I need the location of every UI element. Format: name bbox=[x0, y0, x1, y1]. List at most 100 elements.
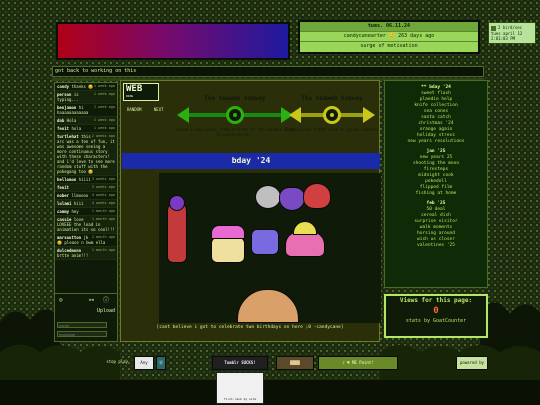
chat-author[interactable]: fenit bbox=[57, 126, 69, 131]
anarchy-button[interactable]: Ⓐ bbox=[156, 356, 166, 370]
chat-author[interactable]: fenit bbox=[57, 185, 69, 190]
sticker-cake bbox=[211, 237, 245, 263]
chat-message: 1 week ago dab Hola bbox=[55, 117, 117, 125]
marquee-text: got back to working on this bbox=[55, 68, 137, 74]
chat-message: 3 weeks ago hellomon hiiii bbox=[55, 176, 117, 184]
webring-nav: RANDOM NEXT bbox=[127, 107, 174, 112]
post-title: bday '24 bbox=[122, 153, 380, 169]
chat-message: 1 month ago cassie love LOVEEE the load i… bbox=[55, 216, 117, 234]
chat-text: this arc was a ton of fun, it was awesom… bbox=[57, 134, 115, 174]
chat-message: 1 month ago marsoutton jk 😊 please n bwm … bbox=[55, 234, 117, 247]
chat-author[interactable]: lulami bbox=[57, 201, 71, 206]
upload-button[interactable]: Upload bbox=[97, 308, 115, 314]
chat-text: hiiii bbox=[78, 177, 91, 182]
chat-text: hiii bbox=[73, 201, 84, 206]
chat-author[interactable]: candy bbox=[57, 84, 69, 89]
archive-link[interactable]: valentines '25 bbox=[385, 243, 487, 249]
chat-message-list[interactable]: 1 week ago candy thanks 😊 1 week ago person… bbox=[55, 83, 117, 260]
post-caption: [cant believe i got to celebrate two bir… bbox=[156, 325, 344, 330]
chat-message: 1 week ago candy thanks 😊 bbox=[55, 83, 117, 91]
chat-text: Hola bbox=[66, 118, 77, 123]
chat-time: 1 week ago bbox=[93, 105, 115, 109]
archive-link[interactable]: fishing at home bbox=[385, 191, 487, 197]
webring-random-link[interactable]: RANDOM bbox=[127, 107, 141, 112]
chat-author[interactable]: cammy bbox=[57, 209, 69, 214]
chat-time: 3 weeks ago bbox=[91, 185, 115, 189]
webring-logo-sub: RING bbox=[126, 94, 134, 98]
status-mood: surge of motivation bbox=[360, 43, 418, 49]
archive-sidebar: ** bday '24 sweet flash plaedio help knife … bbox=[384, 80, 488, 288]
stop-play-button[interactable]: stop play bbox=[2, 356, 132, 370]
cursor-card[interactable]: first-rank by site bbox=[216, 372, 264, 404]
chat-message-input[interactable] bbox=[57, 331, 107, 337]
webring-logo[interactable]: WEB RING bbox=[123, 83, 159, 101]
chat-time: 1 week ago bbox=[93, 118, 115, 122]
sticker-capper bbox=[303, 183, 331, 209]
chat-message: 1 week ago person is typing... bbox=[55, 91, 117, 104]
chat-message: 4 weeks ago lulami hiii bbox=[55, 200, 117, 208]
any-browser-button[interactable]: Any browser bbox=[134, 356, 154, 370]
chat-time: 4 weeks ago bbox=[91, 193, 115, 197]
view-counter-number: 0 bbox=[433, 306, 439, 316]
webring-yellow-title: The Seaweb Subway bbox=[301, 95, 363, 102]
chat-time: 3 weeks ago bbox=[91, 177, 115, 181]
status-date: tues. 06.11.24 bbox=[300, 22, 478, 32]
chat-footer: ☺ ⚯ ⓘ Upload bbox=[55, 293, 117, 341]
clock-date: tues april 12 2:01:03 PM bbox=[491, 30, 523, 41]
status-box: tues. 06.11.24 candycanearter 😊 263 days… bbox=[298, 20, 480, 54]
chat-message: 1 month ago cammy hey bbox=[55, 208, 117, 216]
webring-green-bar bbox=[177, 106, 293, 124]
chat-author[interactable]: nober bbox=[57, 193, 69, 198]
chat-message: 1 week ago benjamon hi haaaaaaaaaaaa bbox=[55, 104, 117, 117]
webring-next-link[interactable]: NEXT bbox=[154, 107, 164, 112]
webring-yellow-desc: Cosmo Lines Sites with original content bbox=[285, 127, 379, 132]
post-image bbox=[159, 173, 381, 323]
info-icon[interactable]: ⓘ bbox=[103, 298, 109, 304]
tumblr-sucks-button[interactable]: Tumblr SUCKS! bbox=[212, 356, 268, 370]
chat-time: 1 week ago bbox=[93, 126, 115, 130]
chat-time: 1 week ago bbox=[93, 92, 115, 96]
clock-widget: 2 bird/sec tues april 12 2:01:03 PM bbox=[488, 22, 536, 44]
cursor-card-label: first-rank by site bbox=[223, 397, 257, 401]
chat-time: 4 weeks ago bbox=[91, 201, 115, 205]
sticker-cake-top bbox=[211, 225, 245, 239]
chat-text: brtte anim!!! bbox=[57, 253, 89, 258]
chatbox: 1 week ago candy thanks 😊 1 week ago person… bbox=[54, 82, 118, 342]
smiley-icon[interactable]: ☺ bbox=[59, 298, 65, 304]
main-panel: WEB RING RANDOM NEXT The Seaweb Subway G… bbox=[120, 80, 381, 342]
chat-author[interactable]: dab bbox=[57, 118, 64, 123]
chat-message: 2 weeks ago turtlehat this arc was a ton … bbox=[55, 133, 117, 176]
site-banner bbox=[56, 22, 290, 60]
pokepets-button[interactable]: powered by Pokepets bbox=[456, 356, 488, 370]
view-counter: Views for this page: 0 stats by GoatCoun… bbox=[384, 294, 488, 338]
sticker-bug-head bbox=[169, 195, 185, 211]
view-counter-credit[interactable]: stats by GoatCounter bbox=[386, 317, 486, 325]
status-author: candycanearter 😊 263 days ago bbox=[300, 32, 478, 42]
chat-message: 1 week ago fenit hola bbox=[55, 125, 117, 133]
chat-text: thanks 😊 bbox=[71, 84, 94, 89]
chat-message: 4 weeks ago nober llmoooo bbox=[55, 192, 117, 200]
next-arrow-icon[interactable] bbox=[363, 107, 375, 123]
station-icon[interactable] bbox=[226, 106, 244, 124]
webring-yellow-bar bbox=[289, 106, 375, 124]
chat-time: 1 month ago bbox=[91, 209, 115, 213]
webring-green-desc: Green Lines Sites from artists of the Go… bbox=[175, 127, 294, 137]
chat-author[interactable]: hellomon bbox=[57, 177, 76, 182]
bird-icon bbox=[491, 25, 496, 31]
prev-arrow-icon[interactable] bbox=[177, 107, 189, 123]
banner-button[interactable]: ████ bbox=[276, 356, 314, 370]
chat-message: 1 month ago dulcedmonn brtte anim!!! bbox=[55, 247, 117, 260]
sticker-cookie bbox=[237, 289, 299, 323]
link-icon[interactable]: ⚯ bbox=[89, 298, 95, 304]
chat-text: hey bbox=[71, 209, 79, 214]
chat-text: hola bbox=[71, 126, 82, 131]
prev-arrow-icon[interactable] bbox=[289, 107, 301, 123]
chat-name-input[interactable] bbox=[57, 322, 107, 328]
marquee-bar: got back to working on this bbox=[52, 66, 484, 77]
ms-paint-button[interactable]: ♪ ♥ ME Paint! bbox=[318, 356, 398, 370]
view-counter-label: Views for this page: bbox=[399, 297, 473, 304]
archive-link[interactable]: new years resolutions bbox=[385, 139, 487, 145]
chat-text: llmoooo bbox=[71, 193, 89, 198]
station-icon[interactable] bbox=[323, 106, 341, 124]
chat-time: 1 week ago bbox=[93, 84, 115, 88]
